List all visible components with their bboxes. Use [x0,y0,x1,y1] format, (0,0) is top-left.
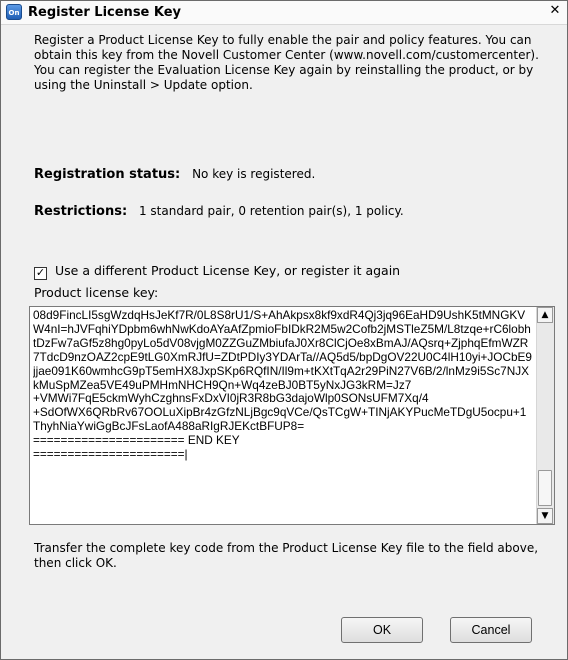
cancel-button[interactable]: Cancel [450,617,532,643]
product-license-key-label: Product license key: [34,285,159,300]
scroll-up-icon[interactable]: ▲ [537,307,553,323]
registration-status-value: No key is registered. [192,167,316,181]
scroll-down-icon[interactable]: ▼ [537,508,553,524]
registration-status-label: Registration status: [34,167,181,182]
product-license-key-text[interactable]: 08d9FincLI5sgWzdqHsJeKf7R/0L8S8rU1/S+AhA… [33,309,533,524]
intro-text: Register a Product License Key to fully … [34,33,539,92]
ok-button[interactable]: OK [341,617,423,643]
dialog-title: Register License Key [28,5,182,20]
key-scrollbar[interactable]: ▲ ▼ [536,307,554,524]
use-different-key-checkbox[interactable]: ✓ [34,267,47,280]
close-icon[interactable]: ✕ [548,4,562,18]
title-bar[interactable]: On Register License Key ✕ [1,1,567,25]
use-different-key-label: Use a different Product License Key, or … [55,263,401,278]
register-license-dialog: On Register License Key ✕ Register a Pro… [0,0,568,660]
product-license-key-textarea[interactable]: 08d9FincLI5sgWzdqHsJeKf7R/0L8S8rU1/S+AhA… [29,306,555,525]
instruction-note: Transfer the complete key code from the … [34,541,539,570]
scroll-thumb[interactable] [538,470,552,506]
use-different-key-option[interactable]: ✓ Use a different Product License Key, or… [34,263,400,280]
restrictions-label: Restrictions: [34,204,128,219]
restrictions-value: 1 standard pair, 0 retention pair(s), 1 … [138,204,404,218]
registration-status-row: Registration status: No key is registere… [34,167,315,182]
novell-icon: On [6,4,22,20]
restrictions-row: Restrictions: 1 standard pair, 0 retenti… [34,204,404,219]
